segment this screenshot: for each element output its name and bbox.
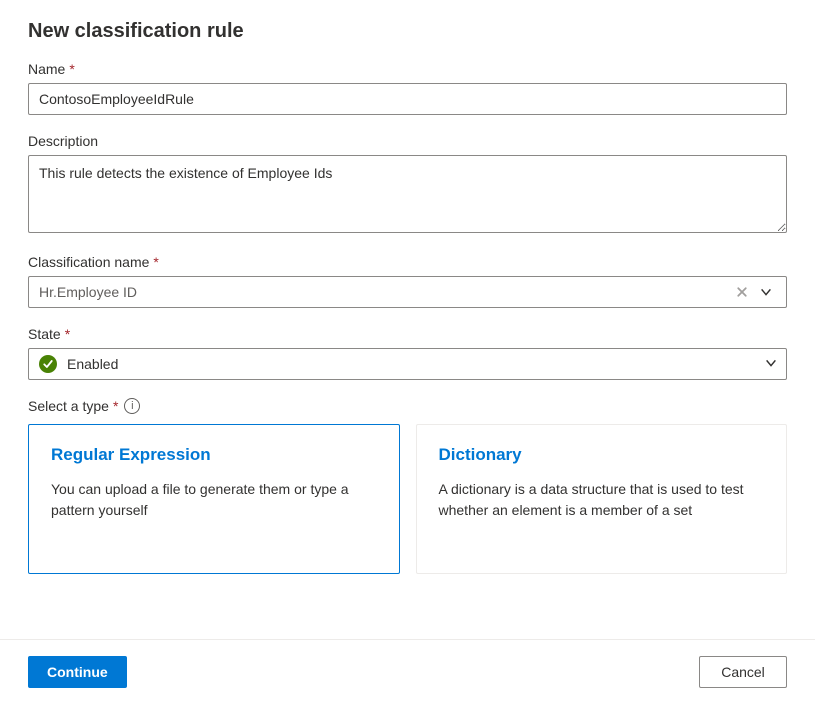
state-dropdown[interactable]: Enabled: [28, 348, 787, 380]
chevron-down-icon[interactable]: [764, 356, 778, 373]
field-classification-name: Classification name * Hr.Employee ID: [28, 254, 787, 308]
name-label-row: Name *: [28, 61, 787, 77]
continue-button[interactable]: Continue: [28, 656, 127, 688]
type-card-description: You can upload a file to generate them o…: [51, 479, 377, 521]
name-label: Name: [28, 61, 65, 77]
classification-name-combo-wrap: Hr.Employee ID: [28, 276, 787, 308]
type-card-description: A dictionary is a data structure that is…: [439, 479, 765, 521]
classification-name-combobox[interactable]: Hr.Employee ID: [28, 276, 787, 308]
required-indicator: *: [153, 254, 158, 270]
footer-bar: Continue Cancel: [0, 639, 815, 704]
description-textarea[interactable]: This rule detects the existence of Emplo…: [28, 155, 787, 233]
classification-name-label: Classification name: [28, 254, 149, 270]
description-label-row: Description: [28, 133, 787, 149]
type-card-regex[interactable]: Regular Expression You can upload a file…: [28, 424, 400, 574]
checkmark-circle-icon: [39, 355, 57, 373]
page-root: New classification rule Name * Descripti…: [0, 0, 815, 704]
classification-name-label-row: Classification name *: [28, 254, 787, 270]
page-title: New classification rule: [28, 20, 787, 43]
state-label-row: State *: [28, 326, 787, 342]
field-description: Description This rule detects the existe…: [28, 133, 787, 236]
description-label: Description: [28, 133, 98, 149]
required-indicator: *: [69, 61, 74, 77]
name-input[interactable]: [28, 83, 787, 115]
info-icon[interactable]: i: [124, 398, 140, 414]
field-name: Name *: [28, 61, 787, 115]
select-type-label-row: Select a type * i: [28, 398, 787, 414]
type-card-dictionary[interactable]: Dictionary A dictionary is a data struct…: [416, 424, 788, 574]
field-select-type: Select a type * i Regular Expression You…: [28, 398, 787, 574]
type-cards: Regular Expression You can upload a file…: [28, 424, 787, 574]
chevron-down-icon[interactable]: [754, 280, 778, 304]
form-content: New classification rule Name * Descripti…: [0, 0, 815, 639]
type-card-title: Dictionary: [439, 445, 765, 465]
state-label: State: [28, 326, 61, 342]
cancel-button[interactable]: Cancel: [699, 656, 787, 688]
required-indicator: *: [113, 398, 118, 414]
select-type-label: Select a type: [28, 398, 109, 414]
state-value: Enabled: [67, 356, 764, 372]
required-indicator: *: [65, 326, 70, 342]
clear-icon[interactable]: [730, 286, 754, 298]
type-card-title: Regular Expression: [51, 445, 377, 465]
classification-name-value: Hr.Employee ID: [39, 284, 730, 300]
field-state: State * Enabled: [28, 326, 787, 380]
